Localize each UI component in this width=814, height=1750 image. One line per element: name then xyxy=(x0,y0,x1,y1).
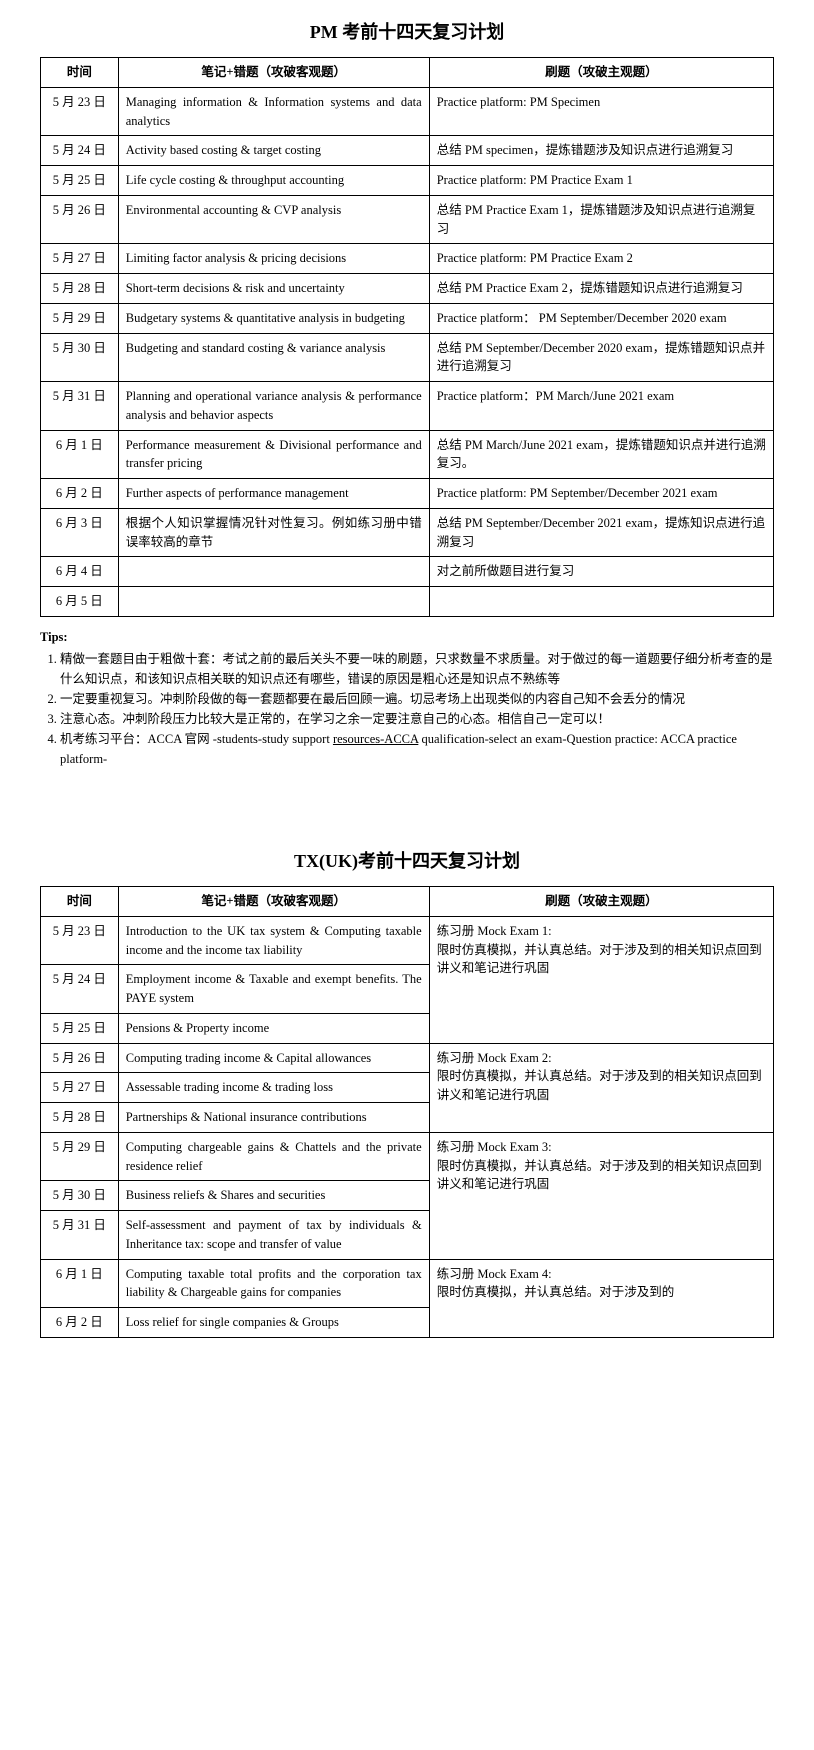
pm-practice-5: 总结 PM Practice Exam 2，提炼错题知识点进行追溯复习 xyxy=(429,274,773,304)
pm-date-13: 6 月 5 日 xyxy=(41,587,119,617)
pm-header-notes: 笔记+错题（攻破客观题） xyxy=(118,58,429,88)
tx-notes-0: Introduction to the UK tax system & Comp… xyxy=(118,916,429,965)
pm-date-12: 6 月 4 日 xyxy=(41,557,119,587)
pm-notes-0: Managing information & Information syste… xyxy=(118,87,429,136)
pm-date-5: 5 月 28 日 xyxy=(41,274,119,304)
tx-notes-5: Partnerships & National insurance contri… xyxy=(118,1103,429,1133)
pm-practice-6: Practice platform： PM September/December… xyxy=(429,303,773,333)
tx-date-3: 5 月 26 日 xyxy=(41,1043,119,1073)
pm-notes-7: Budgeting and standard costing & varianc… xyxy=(118,333,429,382)
pm-practice-8: Practice platform：PM March/June 2021 exa… xyxy=(429,382,773,431)
pm-date-4: 5 月 27 日 xyxy=(41,244,119,274)
tx-date-7: 5 月 30 日 xyxy=(41,1181,119,1211)
tx-date-0: 5 月 23 日 xyxy=(41,916,119,965)
pm-notes-1: Activity based costing & target costing xyxy=(118,136,429,166)
pm-date-7: 5 月 30 日 xyxy=(41,333,119,382)
pm-notes-5: Short-term decisions & risk and uncertai… xyxy=(118,274,429,304)
tx-date-1: 5 月 24 日 xyxy=(41,965,119,1014)
pm-header-practice: 刷题（攻破主观题） xyxy=(429,58,773,88)
tx-date-2: 5 月 25 日 xyxy=(41,1013,119,1043)
tx-title: TX(UK)考前十四天复习计划 xyxy=(40,849,774,874)
tx-notes-7: Business reliefs & Shares and securities xyxy=(118,1181,429,1211)
tx-practice-group-2: 练习册 Mock Exam 2:限时仿真模拟，并认真总结。对于涉及到的相关知识点… xyxy=(429,1043,773,1132)
tx-notes-9: Computing taxable total profits and the … xyxy=(118,1259,429,1308)
pm-practice-1: 总结 PM specimen，提炼错题涉及知识点进行追溯复习 xyxy=(429,136,773,166)
tx-date-5: 5 月 28 日 xyxy=(41,1103,119,1133)
pm-practice-7: 总结 PM September/December 2020 exam，提炼错题知… xyxy=(429,333,773,382)
tx-date-9: 6 月 1 日 xyxy=(41,1259,119,1308)
pm-date-9: 6 月 1 日 xyxy=(41,430,119,479)
tips-section: Tips: 精做一套题目由于粗做十套：考试之前的最后关头不要一味的刷题，只求数量… xyxy=(40,627,774,769)
pm-table: 时间 笔记+错题（攻破客观题） 刷题（攻破主观题） 5 月 23 日Managi… xyxy=(40,57,774,617)
pm-practice-0: Practice platform: PM Specimen xyxy=(429,87,773,136)
pm-notes-9: Performance measurement & Divisional per… xyxy=(118,430,429,479)
tx-notes-10: Loss relief for single companies & Group… xyxy=(118,1308,429,1338)
tx-practice-group-1: 练习册 Mock Exam 1:限时仿真模拟，并认真总结。对于涉及到的相关知识点… xyxy=(429,916,773,1043)
tx-table: 时间 笔记+错题（攻破客观题） 刷题（攻破主观题） 5 月 23 日Introd… xyxy=(40,886,774,1338)
tx-date-8: 5 月 31 日 xyxy=(41,1211,119,1260)
tx-notes-2: Pensions & Property income xyxy=(118,1013,429,1043)
pm-notes-11: 根据个人知识掌握情况针对性复习。例如练习册中错误率较高的章节 xyxy=(118,508,429,557)
pm-practice-3: 总结 PM Practice Exam 1，提炼错题涉及知识点进行追溯复习 xyxy=(429,195,773,244)
tx-notes-6: Computing chargeable gains & Chattels an… xyxy=(118,1132,429,1181)
tx-date-10: 6 月 2 日 xyxy=(41,1308,119,1338)
pm-practice-2: Practice platform: PM Practice Exam 1 xyxy=(429,166,773,196)
tips-title: Tips: xyxy=(40,630,68,644)
tx-header-time: 时间 xyxy=(41,887,119,917)
tx-notes-8: Self-assessment and payment of tax by in… xyxy=(118,1211,429,1260)
pm-notes-4: Limiting factor analysis & pricing decis… xyxy=(118,244,429,274)
tx-header-notes: 笔记+错题（攻破客观题） xyxy=(118,887,429,917)
pm-date-3: 5 月 26 日 xyxy=(41,195,119,244)
pm-practice-9: 总结 PM March/June 2021 exam，提炼错题知识点并进行追溯复… xyxy=(429,430,773,479)
pm-practice-13 xyxy=(429,587,773,617)
pm-practice-11: 总结 PM September/December 2021 exam，提炼知识点… xyxy=(429,508,773,557)
tx-practice-group-3: 练习册 Mock Exam 3:限时仿真模拟，并认真总结。对于涉及到的相关知识点… xyxy=(429,1132,773,1259)
tx-section: TX(UK)考前十四天复习计划 时间 笔记+错题（攻破客观题） 刷题（攻破主观题… xyxy=(40,849,774,1338)
pm-practice-10: Practice platform: PM September/December… xyxy=(429,479,773,509)
pm-notes-3: Environmental accounting & CVP analysis xyxy=(118,195,429,244)
pm-notes-2: Life cycle costing & throughput accounti… xyxy=(118,166,429,196)
tip-item-0: 精做一套题目由于粗做十套：考试之前的最后关头不要一味的刷题，只求数量不求质量。对… xyxy=(60,649,774,689)
tx-notes-3: Computing trading income & Capital allow… xyxy=(118,1043,429,1073)
tx-header-practice: 刷题（攻破主观题） xyxy=(429,887,773,917)
pm-date-0: 5 月 23 日 xyxy=(41,87,119,136)
pm-notes-6: Budgetary systems & quantitative analysi… xyxy=(118,303,429,333)
tip-item-2: 注意心态。冲刺阶段压力比较大是正常的，在学习之余一定要注意自己的心态。相信自己一… xyxy=(60,709,774,729)
pm-date-6: 5 月 29 日 xyxy=(41,303,119,333)
pm-date-11: 6 月 3 日 xyxy=(41,508,119,557)
pm-section: PM 考前十四天复习计划 时间 笔记+错题（攻破客观题） 刷题（攻破主观题） 5… xyxy=(40,20,774,769)
tx-practice-group-4: 练习册 Mock Exam 4:限时仿真模拟，并认真总结。对于涉及到的 xyxy=(429,1259,773,1337)
tip-item-1: 一定要重视复习。冲刺阶段做的每一套题都要在最后回顾一遍。切忌考场上出现类似的内容… xyxy=(60,689,774,709)
pm-date-2: 5 月 25 日 xyxy=(41,166,119,196)
tx-date-4: 5 月 27 日 xyxy=(41,1073,119,1103)
pm-notes-13 xyxy=(118,587,429,617)
page-container: PM 考前十四天复习计划 时间 笔记+错题（攻破客观题） 刷题（攻破主观题） 5… xyxy=(0,0,814,1368)
pm-header-time: 时间 xyxy=(41,58,119,88)
tx-notes-4: Assessable trading income & trading loss xyxy=(118,1073,429,1103)
pm-practice-12: 对之前所做题目进行复习 xyxy=(429,557,773,587)
pm-date-10: 6 月 2 日 xyxy=(41,479,119,509)
pm-practice-4: Practice platform: PM Practice Exam 2 xyxy=(429,244,773,274)
tx-date-6: 5 月 29 日 xyxy=(41,1132,119,1181)
pm-date-1: 5 月 24 日 xyxy=(41,136,119,166)
pm-title: PM 考前十四天复习计划 xyxy=(40,20,774,45)
tx-notes-1: Employment income & Taxable and exempt b… xyxy=(118,965,429,1014)
pm-notes-10: Further aspects of performance managemen… xyxy=(118,479,429,509)
pm-notes-8: Planning and operational variance analys… xyxy=(118,382,429,431)
tip-item-3: 机考练习平台：ACCA 官网 -students-study support r… xyxy=(60,729,774,769)
pm-notes-12 xyxy=(118,557,429,587)
pm-date-8: 5 月 31 日 xyxy=(41,382,119,431)
separator xyxy=(40,769,774,829)
